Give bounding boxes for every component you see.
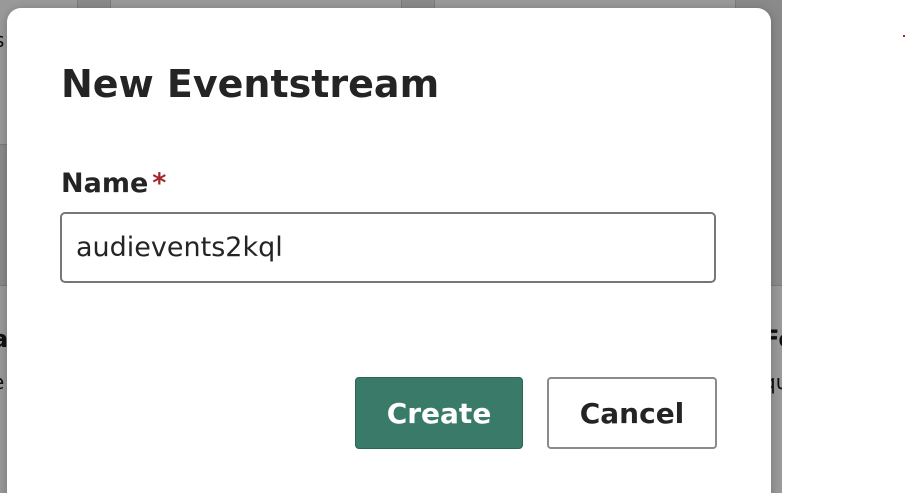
indicator-dot	[903, 35, 905, 37]
background-text: s	[0, 28, 4, 52]
dialog-title: New Eventstream	[61, 62, 440, 106]
cancel-button[interactable]: Cancel	[547, 377, 717, 449]
name-label-text: Name	[61, 168, 149, 199]
new-eventstream-dialog: New Eventstream Name* Create Cancel	[7, 8, 771, 493]
page-right-area	[782, 0, 907, 493]
create-button[interactable]: Create	[355, 377, 523, 449]
background-text: e	[0, 370, 4, 394]
name-input[interactable]	[60, 212, 716, 283]
name-field-label: Name *	[61, 168, 166, 199]
required-marker: *	[152, 168, 167, 199]
